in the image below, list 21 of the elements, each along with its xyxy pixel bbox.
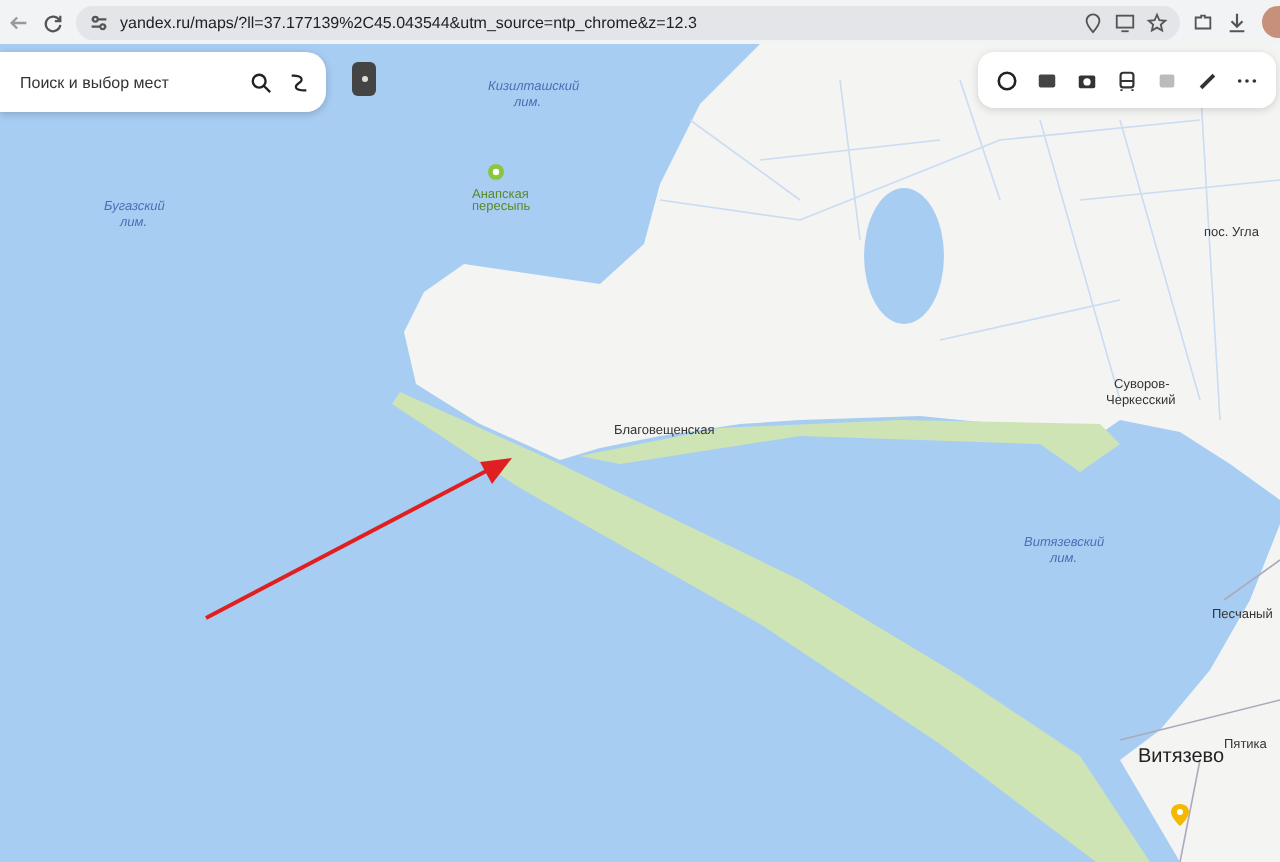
reload-icon[interactable] bbox=[42, 11, 64, 33]
poi-icon bbox=[488, 164, 504, 180]
url-text: yandex.ru/maps/?ll=37.177139%2C45.043544&utm_source=ntp_chrome&z=12.3 bbox=[120, 13, 699, 31]
address-bar[interactable]: yandex.ru/maps/?ll=37.177139%2C45.043544&utm_source=ntp_chrome&z=12.3 bbox=[76, 5, 1180, 39]
search-field[interactable]: Поиск и выбор мест bbox=[16, 71, 234, 93]
download-icon[interactable] bbox=[1226, 11, 1248, 33]
dark-toggle-button[interactable] bbox=[352, 62, 376, 96]
dot-icon bbox=[361, 76, 367, 82]
layers-icon[interactable] bbox=[996, 69, 1018, 91]
extensions-icon[interactable] bbox=[1192, 11, 1214, 33]
search-icon[interactable] bbox=[250, 71, 272, 93]
location-pin-icon[interactable] bbox=[1082, 11, 1104, 33]
ruler-icon[interactable] bbox=[1196, 69, 1218, 91]
site-settings-icon[interactable] bbox=[88, 11, 110, 33]
route-icon[interactable] bbox=[288, 71, 310, 93]
star-icon[interactable] bbox=[1146, 11, 1168, 33]
install-app-icon[interactable] bbox=[1114, 11, 1136, 33]
location-pin-icon bbox=[1171, 804, 1189, 826]
map-label: Витязево bbox=[1138, 746, 1225, 768]
back-arrow-icon[interactable] bbox=[8, 11, 30, 33]
bus-icon[interactable] bbox=[1116, 69, 1138, 91]
